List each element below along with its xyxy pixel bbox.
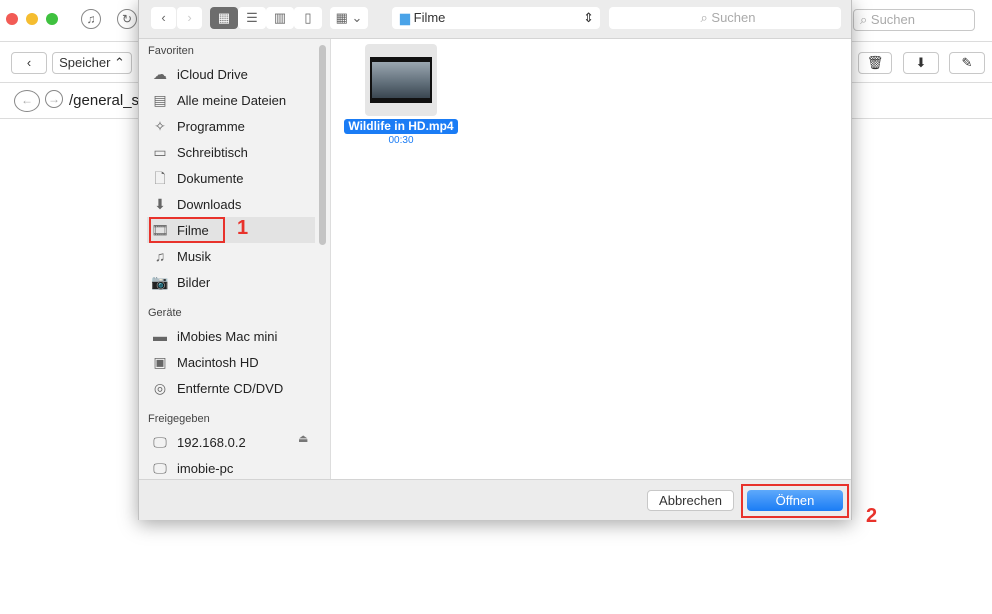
music-icon[interactable]: ♫	[81, 9, 101, 29]
label: Schreibtisch	[177, 145, 248, 160]
forward-button[interactable]: ›	[177, 7, 202, 29]
icon-view-button[interactable]: ▦	[210, 7, 238, 29]
back-button[interactable]: ‹	[151, 7, 176, 29]
section-freigegeben: Freigegeben	[148, 413, 210, 425]
app-search-input[interactable]: ⌕ Suchen	[853, 9, 975, 31]
desktop-icon: ▭	[153, 144, 167, 160]
chevron-updown-icon: ⇕	[583, 10, 594, 25]
sidebar-item-schreibtisch[interactable]: ▭ Schreibtisch	[151, 140, 315, 164]
label: Bilder	[177, 275, 211, 290]
sidebar-item-icloud[interactable]: ☁ iCloud Drive	[151, 62, 315, 86]
section-favoriten: Favoriten	[148, 45, 194, 57]
nav-forward-icon[interactable]: →	[45, 90, 63, 108]
sidebar-scrollbar[interactable]	[319, 45, 326, 245]
speicher-select[interactable]: Speicher ⌃	[52, 52, 132, 74]
label: iCloud Drive	[177, 67, 248, 82]
all-files-icon: ▤	[153, 92, 167, 108]
file-thumbnail-bg	[365, 44, 437, 116]
documents-icon: 🗋	[154, 170, 166, 186]
display-icon: 🖵	[153, 434, 167, 450]
annotation-step-1: 1	[237, 217, 249, 239]
label: Macintosh HD	[177, 355, 259, 370]
import-icon[interactable]: ⬇	[903, 52, 939, 74]
dialog-toolbar: ‹ › ▦ ☰ ▥ ▯ ▦ ⌄ ▆ Filme ⇕ ⌕ Suchen	[139, 0, 851, 39]
column-view-button[interactable]: ▥	[266, 7, 294, 29]
minimize-window-button[interactable]	[26, 13, 38, 25]
sidebar-item-cd-dvd[interactable]: ◎ Entfernte CD/DVD	[151, 376, 315, 400]
search-placeholder: Suchen	[711, 10, 756, 25]
label: Downloads	[177, 197, 242, 212]
sidebar-item-downloads[interactable]: ⬇ Downloads	[151, 192, 315, 216]
label: Filme	[177, 223, 209, 238]
file-name: Wildlife in HD.mp4	[344, 119, 458, 134]
location-label: Filme	[413, 10, 446, 25]
sidebar-item-musik[interactable]: ♫ Musik	[151, 244, 315, 268]
cancel-button[interactable]: Abbrechen	[647, 490, 734, 511]
annotation-step-2: 2	[866, 505, 878, 527]
sidebar-item-bilder[interactable]: 📷 Bilder	[151, 270, 315, 294]
zoom-window-button[interactable]	[46, 13, 58, 25]
location-select[interactable]: ▆ Filme ⇕	[392, 7, 600, 29]
file-item[interactable]: Wildlife in HD.mp4 00:30	[344, 44, 458, 146]
search-placeholder: Suchen	[870, 12, 915, 27]
sidebar-item-192-168-0-2[interactable]: 🖵 192.168.0.2	[151, 430, 315, 454]
refresh-icon[interactable]: ↻	[117, 9, 137, 29]
movies-icon: 🎞	[151, 222, 169, 238]
close-window-button[interactable]	[6, 13, 18, 25]
file-duration: 00:30	[388, 135, 414, 146]
list-view-button[interactable]: ☰	[238, 7, 266, 29]
label: Programme	[177, 119, 245, 134]
label: 192.168.0.2	[177, 435, 246, 450]
label: Entfernte CD/DVD	[177, 381, 284, 396]
arrange-button[interactable]: ▦ ⌄	[330, 7, 368, 29]
path-text: /general_st	[69, 92, 144, 109]
open-file-dialog: ‹ › ▦ ☰ ▥ ▯ ▦ ⌄ ▆ Filme ⇕ ⌕ Suchen Favori…	[138, 0, 852, 520]
downloads-icon: ⬇	[154, 196, 166, 212]
label: imobie-pc	[177, 461, 234, 476]
camera-icon: 📷	[151, 274, 169, 290]
video-frame	[372, 62, 430, 98]
sidebar-item-imobie-pc[interactable]: 🖵 imobie-pc	[151, 456, 315, 480]
disc-icon: ◎	[153, 380, 167, 396]
label: Dokumente	[177, 171, 244, 186]
sidebar-item-programme[interactable]: ✧ Programme	[151, 114, 315, 138]
harddisk-icon: ▣	[153, 354, 167, 370]
label: Musik	[177, 249, 211, 264]
folder-icon: ▆	[400, 10, 410, 25]
sidebar-item-macintosh-hd[interactable]: ▣ Macintosh HD	[151, 350, 315, 374]
nav-back-icon[interactable]: ←	[14, 90, 40, 112]
label: Alle meine Dateien	[177, 93, 287, 108]
sidebar: Favoriten ☁ iCloud Drive ▤ Alle meine Date…	[139, 39, 331, 479]
cloud-icon: ☁	[153, 66, 167, 82]
edit-icon[interactable]: ✎	[949, 52, 985, 74]
sidebar-item-mac-mini[interactable]: ▬ iMobies Mac mini	[151, 324, 315, 348]
dialog-footer: Abbrechen Öffnen	[139, 479, 851, 520]
applications-icon: ✧	[154, 118, 166, 134]
label: iMobies Mac mini	[177, 329, 278, 344]
coverflow-view-button[interactable]: ▯	[294, 7, 322, 29]
video-thumbnail	[370, 57, 432, 103]
display-icon: 🖵	[153, 460, 167, 476]
sidebar-item-dokumente[interactable]: 🗋 Dokumente	[151, 166, 315, 190]
sidebar-item-all-files[interactable]: ▤ Alle meine Dateien	[151, 88, 315, 112]
sidebar-item-filme[interactable]: 🎞 Filme	[149, 217, 225, 243]
dialog-search-input[interactable]: ⌕ Suchen	[609, 7, 841, 29]
eject-icon[interactable]: ⏏	[298, 432, 308, 445]
open-button[interactable]: Öffnen	[747, 490, 843, 511]
trash-icon[interactable]: 🗑	[858, 52, 892, 74]
back-button[interactable]: ‹	[11, 52, 47, 74]
section-geraete: Geräte	[148, 307, 182, 319]
mac-mini-icon: ▬	[153, 328, 167, 344]
music-icon: ♫	[154, 248, 166, 264]
